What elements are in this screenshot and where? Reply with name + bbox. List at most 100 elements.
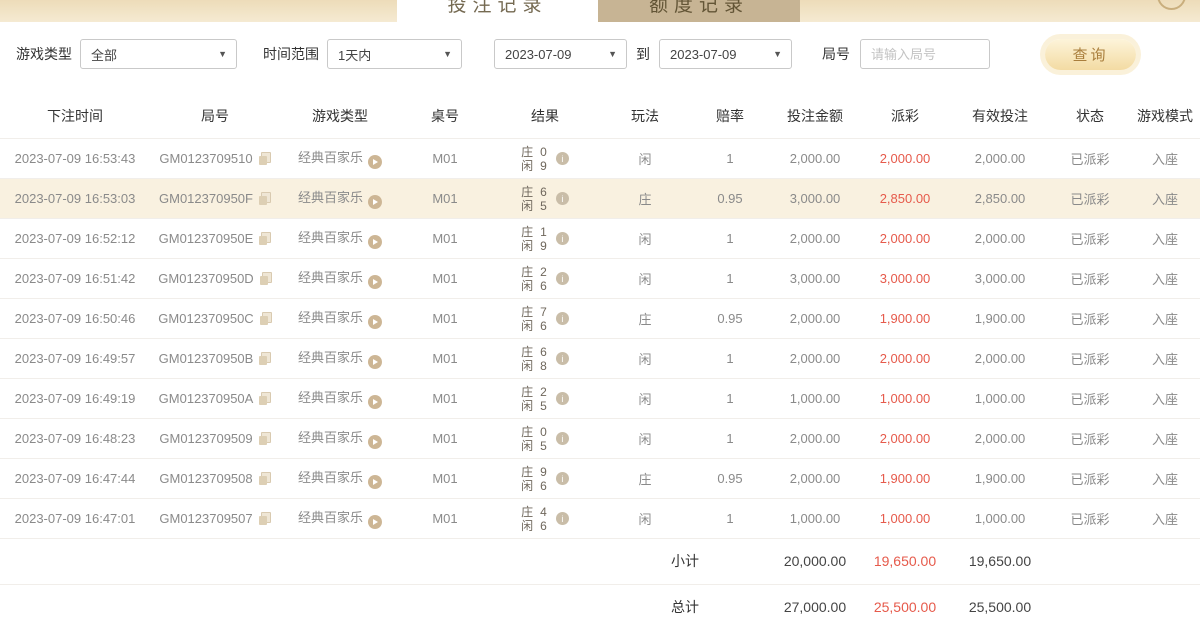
status-cell: 已派彩 <box>1050 258 1130 298</box>
date-from-value: 2023-07-09 <box>505 47 572 62</box>
copy-icon[interactable] <box>259 472 271 485</box>
round-id-cell: GM012370950B <box>150 338 280 378</box>
bet-amount-cell: 1,000.00 <box>770 498 860 538</box>
copy-icon[interactable] <box>259 352 271 365</box>
result-cell: 庄1 闲9 i <box>490 218 600 258</box>
player-result: 闲5 <box>521 199 547 213</box>
play-replay-icon[interactable] <box>368 395 382 409</box>
play-side-cell: 闲 <box>600 378 690 418</box>
player-result: 闲6 <box>521 519 547 533</box>
info-icon[interactable]: i <box>556 152 569 165</box>
player-result: 闲9 <box>521 239 547 253</box>
info-icon[interactable]: i <box>556 392 569 405</box>
tab-quota-records[interactable]: 额度记录 <box>598 0 800 22</box>
bet-time-cell: 2023-07-09 16:50:46 <box>0 298 150 338</box>
result-cell: 庄0 闲5 i <box>490 418 600 458</box>
tab-betting-records[interactable]: 投注记录 <box>397 0 598 22</box>
play-replay-icon[interactable] <box>368 355 382 369</box>
info-icon[interactable]: i <box>556 232 569 245</box>
copy-icon[interactable] <box>259 512 271 525</box>
subtotal-bet-amount: 20,000.00 <box>770 538 860 584</box>
round-id-cell: GM0123709509 <box>150 418 280 458</box>
play-replay-icon[interactable] <box>368 435 382 449</box>
game-mode-cell: 入座 <box>1130 378 1200 418</box>
info-icon[interactable]: i <box>556 472 569 485</box>
bet-time-cell: 2023-07-09 16:49:19 <box>0 378 150 418</box>
play-side-cell: 闲 <box>600 498 690 538</box>
copy-icon[interactable] <box>260 312 272 325</box>
game-type-cell: 经典百家乐 <box>280 138 400 178</box>
table-summary: 小计 20,000.00 19,650.00 19,650.00 总计 27,0… <box>0 538 1200 621</box>
payout-cell: 1,900.00 <box>860 458 950 498</box>
info-icon[interactable]: i <box>556 432 569 445</box>
status-cell: 已派彩 <box>1050 418 1130 458</box>
copy-icon[interactable] <box>260 272 272 285</box>
play-replay-icon[interactable] <box>368 475 382 489</box>
valid-bet-cell: 2,000.00 <box>950 338 1050 378</box>
banker-result: 庄1 <box>521 225 547 239</box>
query-button[interactable]: 查询 <box>1045 39 1136 70</box>
odds-cell: 1 <box>690 418 770 458</box>
bet-time-cell: 2023-07-09 16:48:23 <box>0 418 150 458</box>
play-side-cell: 闲 <box>600 418 690 458</box>
table-no-cell: M01 <box>400 298 490 338</box>
table-row: 2023-07-09 16:53:03 GM012370950F 经典百家乐 M… <box>0 178 1200 218</box>
player-result: 闲6 <box>521 319 547 333</box>
payout-cell: 2,000.00 <box>860 418 950 458</box>
valid-bet-cell: 2,000.00 <box>950 138 1050 178</box>
valid-bet-cell: 3,000.00 <box>950 258 1050 298</box>
close-icon[interactable] <box>1157 0 1186 10</box>
time-range-select[interactable]: 1天内 ▼ <box>327 39 462 69</box>
result-cell: 庄6 闲8 i <box>490 338 600 378</box>
info-icon[interactable]: i <box>556 512 569 525</box>
result-cell: 庄2 闲6 i <box>490 258 600 298</box>
play-replay-icon[interactable] <box>368 275 382 289</box>
odds-cell: 1 <box>690 258 770 298</box>
payout-cell: 1,000.00 <box>860 378 950 418</box>
play-replay-icon[interactable] <box>368 235 382 249</box>
game-type-cell: 经典百家乐 <box>280 338 400 378</box>
table-no-cell: M01 <box>400 418 490 458</box>
game-mode-cell: 入座 <box>1130 458 1200 498</box>
game-type-cell: 经典百家乐 <box>280 498 400 538</box>
play-side-cell: 闲 <box>600 338 690 378</box>
player-result: 闲5 <box>521 439 547 453</box>
game-type-select[interactable]: 全部 ▼ <box>80 39 237 69</box>
info-icon[interactable]: i <box>556 352 569 365</box>
col-header-table-no: 桌号 <box>400 95 490 138</box>
result-cell: 庄9 闲6 i <box>490 458 600 498</box>
banker-result: 庄9 <box>521 465 547 479</box>
payout-cell: 2,000.00 <box>860 218 950 258</box>
date-from-select[interactable]: 2023-07-09 ▼ <box>494 39 627 69</box>
bet-time-cell: 2023-07-09 16:47:44 <box>0 458 150 498</box>
copy-icon[interactable] <box>259 152 271 165</box>
valid-bet-cell: 2,000.00 <box>950 418 1050 458</box>
payout-cell: 2,850.00 <box>860 178 950 218</box>
round-id-cell: GM012370950C <box>150 298 280 338</box>
info-icon[interactable]: i <box>556 312 569 325</box>
round-id-cell: GM0123709508 <box>150 458 280 498</box>
banker-result: 庄4 <box>521 505 547 519</box>
banker-result: 庄0 <box>521 145 547 159</box>
tab-quota-records-label: 额度记录 <box>598 0 800 19</box>
play-replay-icon[interactable] <box>368 515 382 529</box>
copy-icon[interactable] <box>259 392 271 405</box>
game-mode-cell: 入座 <box>1130 338 1200 378</box>
subtotal-row: 小计 20,000.00 19,650.00 19,650.00 <box>0 538 1200 584</box>
play-replay-icon[interactable] <box>368 315 382 329</box>
banker-result: 庄7 <box>521 305 547 319</box>
round-number-input[interactable] <box>871 47 979 62</box>
copy-icon[interactable] <box>259 192 271 205</box>
bet-amount-cell: 2,000.00 <box>770 138 860 178</box>
play-replay-icon[interactable] <box>368 195 382 209</box>
info-icon[interactable]: i <box>556 272 569 285</box>
play-replay-icon[interactable] <box>368 155 382 169</box>
copy-icon[interactable] <box>259 232 271 245</box>
info-icon[interactable]: i <box>556 192 569 205</box>
copy-icon[interactable] <box>259 432 271 445</box>
col-header-bet-amount: 投注金额 <box>770 95 860 138</box>
tab-betting-records-label: 投注记录 <box>397 0 598 19</box>
game-type-cell: 经典百家乐 <box>280 458 400 498</box>
date-to-select[interactable]: 2023-07-09 ▼ <box>659 39 792 69</box>
bet-time-cell: 2023-07-09 16:51:42 <box>0 258 150 298</box>
